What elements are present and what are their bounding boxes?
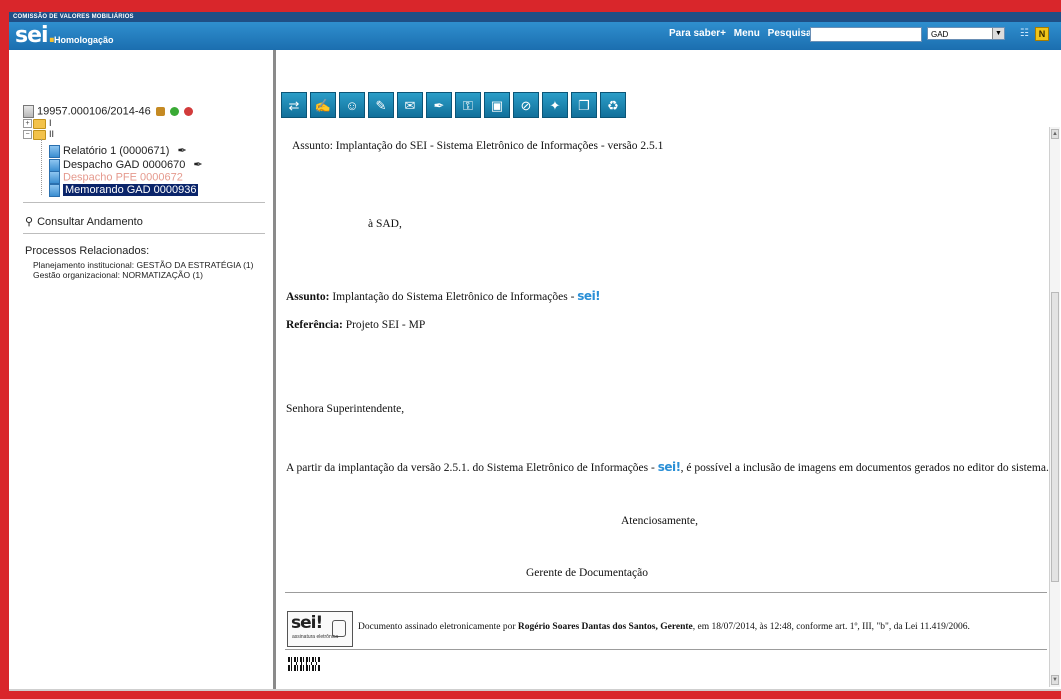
assunto-line: Assunto: Implantação do Sistema Eletrôni… (286, 289, 601, 303)
scroll-down-icon[interactable]: ▼ (1051, 675, 1059, 685)
signature-pre: Documento assinado eletronicamente por (358, 622, 516, 632)
process-node[interactable]: 19957.000106/2014-46 (23, 105, 193, 118)
addressee: à SAD, (368, 218, 402, 230)
sei-mark: sei! (577, 289, 601, 303)
folder-label: I (49, 118, 52, 128)
pen-icon[interactable]: ✒ (177, 145, 186, 157)
panel-splitter[interactable] (273, 50, 276, 691)
document-icon (49, 158, 60, 172)
folder-label: II (49, 129, 55, 139)
list-icon[interactable]: ☷ (1020, 28, 1031, 39)
copy-icon[interactable]: ❐ (571, 92, 597, 118)
folder-open-icon (33, 129, 46, 140)
document-icon (49, 171, 60, 184)
org-bar: COMISSÃO DE VALORES MOBILIÁRIOS (9, 12, 1061, 22)
expand-icon[interactable]: + (23, 119, 32, 129)
send-process-icon[interactable]: ⇄ (281, 92, 307, 118)
stamp-logo: sei! (291, 613, 323, 633)
tree-line (41, 139, 42, 195)
divider (23, 202, 265, 203)
referencia-line: Referência: Projeto SEI - MP (286, 319, 425, 331)
folder-node-2[interactable]: − II (23, 129, 54, 140)
unit-select[interactable]: GAD ▼ (927, 27, 1005, 40)
pen-icon[interactable]: ✒ (193, 159, 202, 171)
folder-icon (33, 118, 46, 129)
salutation: Senhora Superintendente, (286, 403, 405, 415)
document-scrollbar[interactable]: ▲ ▼ (1049, 127, 1060, 687)
related-item[interactable]: Planejamento institucional: GESTÃO DA ES… (33, 260, 253, 270)
doc-label[interactable]: Despacho GAD 0000670 (63, 159, 185, 171)
sign-block-icon[interactable]: ▣ (484, 92, 510, 118)
signature-divider-top (285, 592, 1047, 593)
link-pesquisa[interactable]: Pesquisa (768, 28, 812, 39)
signature-post: , em 18/07/2014, às 12:48, conforme art.… (692, 622, 970, 632)
header-links: Para saber+ Menu Pesquisa (669, 28, 817, 39)
scroll-up-icon[interactable]: ▲ (1051, 129, 1059, 139)
cancel-icon[interactable]: ⊘ (513, 92, 539, 118)
subject-top: Assunto: Implantação do SEI - Sistema El… (292, 140, 664, 152)
signature-stamp: sei! assinatura eletrônica (287, 611, 353, 647)
edit-document-icon[interactable]: ✎ (368, 92, 394, 118)
consult-label[interactable]: Consultar Andamento (37, 216, 143, 228)
consult-andamento-link[interactable]: ⚲ Consultar Andamento (25, 215, 143, 228)
tree-doc-item[interactable]: Despacho GAD 0000670 ✒ (49, 158, 203, 172)
app-window: COMISSÃO DE VALORES MOBILIÁRIOS sei. Hom… (9, 12, 1061, 691)
process-icon (23, 105, 34, 118)
collapse-icon[interactable]: − (23, 130, 32, 140)
signature-name: Rogério Soares Dantas dos Santos, Gerent… (517, 622, 693, 632)
delete-icon[interactable]: ♻ (600, 92, 626, 118)
tree-doc-item[interactable]: Despacho PFE 0000672 (49, 171, 183, 184)
sei-mark: sei! (657, 460, 681, 474)
users-icon[interactable]: ☺ (339, 92, 365, 118)
chevron-down-icon[interactable]: ▼ (992, 28, 1004, 39)
new-doc-icon[interactable]: ✦ (542, 92, 568, 118)
header: sei. Homologação Para saber+ Menu Pesqui… (9, 22, 1061, 50)
tree-doc-item[interactable]: Relatório 1 (0000671) ✒ (49, 144, 187, 158)
assunto-label: Assunto: (286, 291, 330, 303)
divider (23, 233, 265, 234)
doc-label[interactable]: Despacho PFE 0000672 (63, 171, 183, 183)
magnifier-icon: ⚲ (25, 216, 34, 228)
link-para-saber[interactable]: Para saber+ (669, 28, 726, 39)
body-post: , é possível a inclusão de imagens em do… (680, 462, 1049, 474)
add-icon[interactable] (169, 107, 179, 116)
link-menu[interactable]: Menu (734, 28, 760, 39)
bottom-edge (9, 689, 1061, 691)
environment-label: Homologação (54, 35, 114, 45)
doc-label[interactable]: Relatório 1 (0000671) (63, 145, 169, 157)
qr-code (288, 657, 321, 671)
process-number[interactable]: 19957.000106/2014-46 (37, 105, 151, 117)
closing: Atenciosamente, (621, 515, 698, 527)
email-icon[interactable]: ✉ (397, 92, 423, 118)
scroll-thumb[interactable] (1051, 292, 1059, 582)
signer-role: Gerente de Documentação (526, 567, 648, 579)
related-title: Processos Relacionados: (25, 245, 150, 257)
unit-select-value: GAD (931, 30, 949, 39)
assunto-text: Implantação do Sistema Eletrônico de Inf… (332, 291, 575, 303)
notes-icon[interactable]: N (1035, 27, 1049, 41)
signature-text: Documento assinado eletronicamente por R… (358, 622, 970, 632)
sei-logo[interactable]: sei. (15, 23, 56, 48)
process-tree-panel: 19957.000106/2014-46 + I − II Relatório 1 … (9, 50, 273, 691)
document-icon (49, 184, 60, 197)
sign-icon[interactable]: ✍ (310, 92, 336, 118)
remove-icon[interactable] (183, 107, 193, 116)
logo-text: sei (15, 23, 49, 48)
search-input[interactable] (810, 27, 922, 42)
referencia-label: Referência: (286, 319, 343, 331)
pin-icon[interactable] (155, 107, 165, 116)
tree-doc-item-selected[interactable]: Memorando GAD 0000936 (49, 184, 199, 197)
auth-icon[interactable]: ⚿ (455, 92, 481, 118)
related-item[interactable]: Gestão organizacional: NORMATIZAÇÃO (1) (33, 270, 203, 280)
stamp-sub: assinatura eletrônica (292, 634, 339, 640)
folder-node-1[interactable]: + I (23, 118, 52, 129)
body-paragraph: A partir da implantação da versão 2.5.1.… (286, 460, 1049, 474)
referencia-text: Projeto SEI - MP (345, 319, 426, 331)
signature-divider-bottom (285, 649, 1047, 650)
body-pre: A partir da implantação da versão 2.5.1.… (286, 462, 655, 474)
document-icon (49, 144, 60, 158)
doc-label[interactable]: Memorando GAD 0000936 (63, 184, 199, 197)
pen-icon[interactable]: ✒ (426, 92, 452, 118)
